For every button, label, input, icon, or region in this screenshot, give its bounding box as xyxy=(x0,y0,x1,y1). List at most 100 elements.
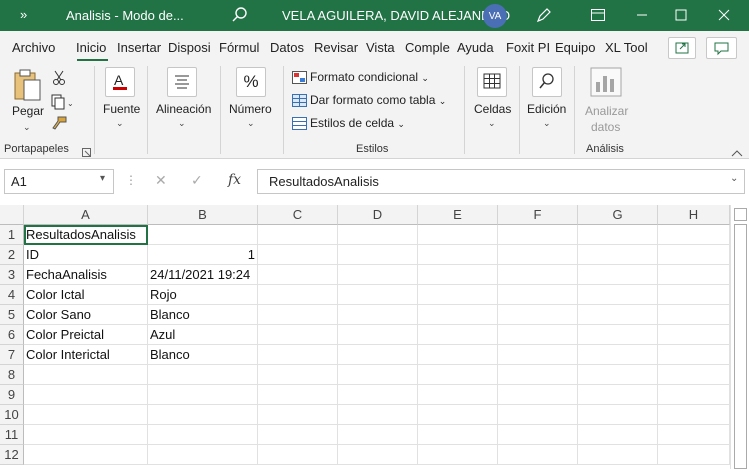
cell-f2[interactable] xyxy=(498,245,578,265)
tab-formulas[interactable]: Fórmul xyxy=(219,40,259,55)
row-header-4[interactable]: 4 xyxy=(0,285,24,305)
cell-d1[interactable] xyxy=(338,225,418,245)
cell-e1[interactable] xyxy=(418,225,498,245)
cell-h2[interactable] xyxy=(658,245,730,265)
cell-a6[interactable]: Color Preictal xyxy=(24,325,148,345)
column-header-a[interactable]: A xyxy=(24,205,148,225)
cell-g5[interactable] xyxy=(578,305,658,325)
cell-d10[interactable] xyxy=(338,405,418,425)
cell-a10[interactable] xyxy=(24,405,148,425)
chevron-down-icon[interactable]: ⌄ xyxy=(730,173,738,184)
row-header-3[interactable]: 3 xyxy=(0,265,24,285)
cell-c1[interactable] xyxy=(258,225,338,245)
cell-e3[interactable] xyxy=(418,265,498,285)
cell-c3[interactable] xyxy=(258,265,338,285)
maximize-icon[interactable] xyxy=(668,3,694,27)
tab-foxit[interactable]: Foxit PI xyxy=(506,40,550,55)
row-header-8[interactable]: 8 xyxy=(0,365,24,385)
cell-c10[interactable] xyxy=(258,405,338,425)
cell-g6[interactable] xyxy=(578,325,658,345)
tab-archivo[interactable]: Archivo xyxy=(12,40,55,55)
column-header-e[interactable]: E xyxy=(418,205,498,225)
cell-d2[interactable] xyxy=(338,245,418,265)
cell-c2[interactable] xyxy=(258,245,338,265)
collapse-ribbon-icon[interactable] xyxy=(731,145,743,160)
minimize-icon[interactable] xyxy=(629,3,655,27)
tab-vista[interactable]: Vista xyxy=(366,40,395,55)
cell-h9[interactable] xyxy=(658,385,730,405)
cell-e8[interactable] xyxy=(418,365,498,385)
row-header-11[interactable]: 11 xyxy=(0,425,24,445)
cell-h5[interactable] xyxy=(658,305,730,325)
cell-c5[interactable] xyxy=(258,305,338,325)
tab-insertar[interactable]: Insertar xyxy=(117,40,161,55)
row-header-9[interactable]: 9 xyxy=(0,385,24,405)
formula-input[interactable]: ResultadosAnalisis ⌄ xyxy=(257,169,745,194)
chevron-down-icon[interactable]: ▾ xyxy=(100,173,105,184)
cell-a5[interactable]: Color Sano xyxy=(24,305,148,325)
cell-e10[interactable] xyxy=(418,405,498,425)
cell-a9[interactable] xyxy=(24,385,148,405)
share-button[interactable] xyxy=(668,37,696,59)
cell-f7[interactable] xyxy=(498,345,578,365)
formula-enter-icon[interactable]: ✓ xyxy=(191,172,203,189)
cell-f1[interactable] xyxy=(498,225,578,245)
cell-b3[interactable]: 24/11/2021 19:24 xyxy=(148,265,258,285)
cell-g8[interactable] xyxy=(578,365,658,385)
paste-button[interactable]: Pegar ⌄ xyxy=(8,66,44,136)
cell-b2[interactable]: 1 xyxy=(148,245,258,265)
tab-inicio[interactable]: Inicio xyxy=(76,40,106,55)
cell-g7[interactable] xyxy=(578,345,658,365)
cell-c4[interactable] xyxy=(258,285,338,305)
cell-h3[interactable] xyxy=(658,265,730,285)
copy-icon[interactable]: ⌄ xyxy=(51,94,75,113)
search-icon[interactable] xyxy=(230,5,250,25)
cell-h12[interactable] xyxy=(658,445,730,465)
tab-complementos[interactable]: Comple xyxy=(405,40,450,55)
cell-f5[interactable] xyxy=(498,305,578,325)
analyze-data-icon[interactable] xyxy=(590,67,622,100)
cells-button[interactable] xyxy=(477,67,507,97)
number-button[interactable]: % xyxy=(236,67,266,97)
cell-g12[interactable] xyxy=(578,445,658,465)
cell-b4[interactable]: Rojo xyxy=(148,285,258,305)
column-header-c[interactable]: C xyxy=(258,205,338,225)
cell-styles-button[interactable]: Estilos de celda ⌄ xyxy=(292,116,405,131)
user-name[interactable]: VELA AGUILERA, DAVID ALEJANDRO xyxy=(282,8,510,23)
tab-equipo[interactable]: Equipo xyxy=(555,40,595,55)
column-header-d[interactable]: D xyxy=(338,205,418,225)
cell-c9[interactable] xyxy=(258,385,338,405)
cell-a11[interactable] xyxy=(24,425,148,445)
avatar[interactable]: VA xyxy=(483,4,507,28)
row-header-2[interactable]: 2 xyxy=(0,245,24,265)
cell-d5[interactable] xyxy=(338,305,418,325)
cell-a12[interactable] xyxy=(24,445,148,465)
row-header-5[interactable]: 5 xyxy=(0,305,24,325)
insert-function-icon[interactable]: fx xyxy=(228,172,241,188)
cell-a8[interactable] xyxy=(24,365,148,385)
cell-e9[interactable] xyxy=(418,385,498,405)
cell-e7[interactable] xyxy=(418,345,498,365)
cell-e11[interactable] xyxy=(418,425,498,445)
row-header-7[interactable]: 7 xyxy=(0,345,24,365)
tab-xltools[interactable]: XL Tool xyxy=(605,40,648,55)
cell-d11[interactable] xyxy=(338,425,418,445)
cell-b8[interactable] xyxy=(148,365,258,385)
tab-datos[interactable]: Datos xyxy=(270,40,304,55)
scroll-up-icon[interactable] xyxy=(734,208,747,221)
cell-f9[interactable] xyxy=(498,385,578,405)
tab-revisar[interactable]: Revisar xyxy=(314,40,358,55)
cell-c11[interactable] xyxy=(258,425,338,445)
cell-d9[interactable] xyxy=(338,385,418,405)
cell-d12[interactable] xyxy=(338,445,418,465)
conditional-format-button[interactable]: Formato condicional ⌄ xyxy=(292,70,429,85)
select-all-corner[interactable] xyxy=(0,205,24,225)
cell-h6[interactable] xyxy=(658,325,730,345)
font-button[interactable]: A xyxy=(105,67,135,97)
tab-disposicion[interactable]: Disposi xyxy=(168,40,211,55)
cell-f3[interactable] xyxy=(498,265,578,285)
cell-b11[interactable] xyxy=(148,425,258,445)
cell-b6[interactable]: Azul xyxy=(148,325,258,345)
pen-icon[interactable] xyxy=(534,5,554,25)
cell-d4[interactable] xyxy=(338,285,418,305)
